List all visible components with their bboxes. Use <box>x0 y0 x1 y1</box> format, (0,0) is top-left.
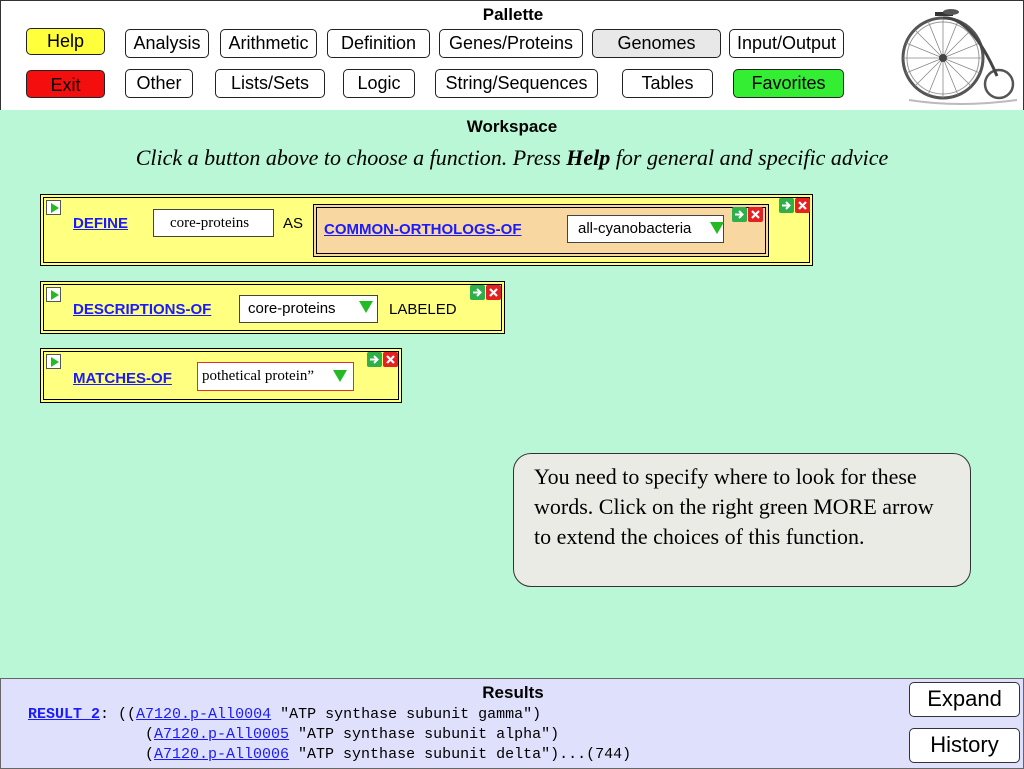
more-arrow-icon[interactable] <box>779 198 794 213</box>
close-icon[interactable] <box>383 352 398 367</box>
descriptions-link[interactable]: DESCRIPTIONS-OF <box>73 301 211 318</box>
result-id-link[interactable]: A7120.p-All0005 <box>154 726 289 743</box>
help-button[interactable]: Help <box>26 28 105 55</box>
result-colon: : <box>100 706 110 723</box>
dropdown-triangle-icon[interactable] <box>710 222 724 234</box>
result-row: RESULT 2: ((A7120.p-All0004 "ATP synthas… <box>28 706 541 723</box>
tables-button[interactable]: Tables <box>622 69 713 98</box>
results-title: Results <box>482 683 544 702</box>
expand-button[interactable]: Expand <box>909 682 1020 717</box>
more-arrow-icon[interactable] <box>732 207 747 222</box>
analysis-button[interactable]: Analysis <box>125 29 209 58</box>
workspace-panel: Workspace Click a button above to choose… <box>0 110 1024 678</box>
more-arrow-icon[interactable] <box>470 285 485 300</box>
as-keyword: AS <box>283 215 304 232</box>
palette-title: Pallette <box>482 5 544 24</box>
matches-arg-field[interactable]: pothetical protein” <box>197 362 354 391</box>
lists-sets-button[interactable]: Lists/Sets <box>215 69 325 98</box>
result-row: (A7120.p-All0006 "ATP synthase subunit d… <box>145 746 631 763</box>
result-label-link[interactable]: RESULT 2 <box>28 706 100 723</box>
genes-proteins-button[interactable]: Genes/Proteins <box>439 29 583 58</box>
workspace-instruction: Click a button above to choose a functio… <box>0 145 1024 171</box>
logic-button[interactable]: Logic <box>343 69 415 98</box>
close-icon[interactable] <box>748 207 763 222</box>
result-prefix: (( <box>109 706 137 723</box>
result-id-link[interactable]: A7120.p-All0006 <box>154 746 289 763</box>
define-link[interactable]: DEFINE <box>73 215 128 232</box>
string-sequences-button[interactable]: String/Sequences <box>435 69 598 98</box>
workspace-title: Workspace <box>466 117 558 136</box>
result-prefix: ( <box>145 746 155 763</box>
common-orthologs-link[interactable]: COMMON-ORTHOLOGS-OF <box>324 221 521 238</box>
definition-button[interactable]: Definition <box>327 29 430 58</box>
palette-panel: Pallette Help Exit Analysis Arithmetic D… <box>0 0 1024 111</box>
instruction-text-end: for general and specific advice <box>610 145 889 170</box>
result-row: (A7120.p-All0005 "ATP synthase subunit a… <box>145 726 559 743</box>
dropdown-triangle-icon[interactable] <box>359 301 373 313</box>
close-icon[interactable] <box>486 285 501 300</box>
genomes-button[interactable]: Genomes <box>592 29 721 58</box>
history-button[interactable]: History <box>909 728 1020 763</box>
dropdown-triangle-icon[interactable] <box>333 370 347 382</box>
instruction-text: Click a button above to choose a functio… <box>135 145 567 170</box>
input-output-button[interactable]: Input/Output <box>729 29 844 58</box>
other-button[interactable]: Other <box>125 69 193 98</box>
close-icon[interactable] <box>795 198 810 213</box>
hint-bubble: You need to specify where to look for th… <box>513 453 971 587</box>
results-panel: Results RESULT 2: ((A7120.p-All0004 "ATP… <box>0 678 1024 769</box>
common-orthologs-box[interactable]: COMMON-ORTHOLOGS-OF all-cyanobacteria <box>313 204 769 257</box>
descriptions-arg-select[interactable]: core-proteins <box>239 295 378 323</box>
result-description: "ATP synthase subunit delta") <box>289 746 560 763</box>
result-description: "ATP synthase subunit gamma") <box>271 706 542 723</box>
play-icon[interactable] <box>46 354 61 369</box>
play-icon[interactable] <box>46 287 61 302</box>
instruction-help-word: Help <box>566 145 611 170</box>
result-count[interactable]: ...(744) <box>559 746 631 763</box>
more-arrow-icon[interactable] <box>367 352 382 367</box>
organism-select[interactable]: all-cyanobacteria <box>567 215 724 243</box>
exit-button[interactable]: Exit <box>26 70 105 98</box>
labeled-keyword: LABELED <box>389 301 457 318</box>
result-description: "ATP synthase subunit alpha") <box>289 726 560 743</box>
arithmetic-button[interactable]: Arithmetic <box>220 29 317 58</box>
descriptions-box[interactable]: DESCRIPTIONS-OF core-proteins LABELED <box>40 281 505 334</box>
result-prefix: ( <box>145 726 155 743</box>
matches-box[interactable]: MATCHES-OF pothetical protein” <box>40 348 402 403</box>
penny-farthing-bicycle-icon <box>901 9 1018 105</box>
define-name-field[interactable]: core-proteins <box>153 209 274 237</box>
matches-link[interactable]: MATCHES-OF <box>73 370 172 387</box>
favorites-button[interactable]: Favorites <box>733 69 844 98</box>
define-box[interactable]: DEFINE core-proteins AS COMMON-ORTHOLOGS… <box>40 194 813 266</box>
result-id-link[interactable]: A7120.p-All0004 <box>136 706 271 723</box>
play-icon[interactable] <box>46 200 61 215</box>
